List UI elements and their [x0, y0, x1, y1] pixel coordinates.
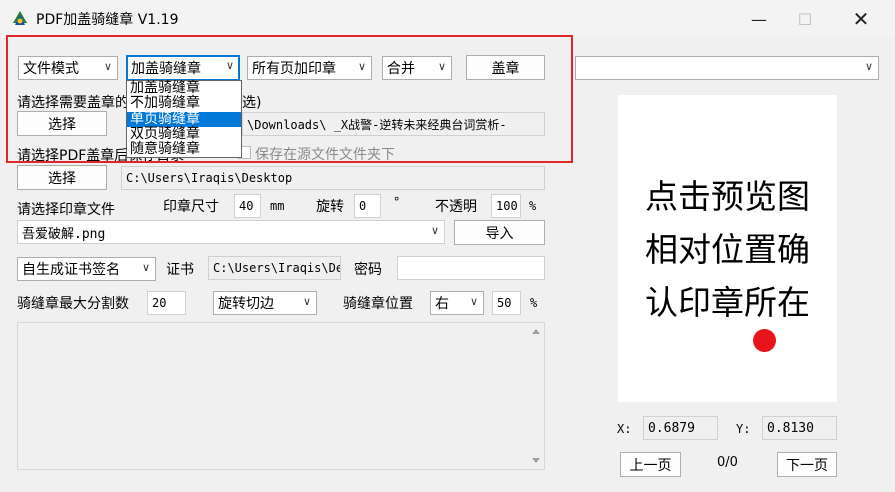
position-value: 右 — [435, 296, 449, 312]
window-title: PDF加盖骑缝章 V1.19 — [36, 12, 179, 28]
next-page-button[interactable]: 下一页 — [777, 452, 837, 477]
cert-label: 证书 — [166, 262, 194, 278]
position-offset-input[interactable]: 50 — [492, 291, 521, 315]
seal-size-unit: mm — [270, 199, 285, 213]
position-unit: % — [530, 296, 538, 310]
y-label: Y: — [736, 422, 751, 436]
cert-path-field[interactable]: C:\Users\Iraqis\De — [208, 256, 341, 280]
y-value-field: 0.8130 — [762, 416, 837, 440]
chevron-down-icon: ∨ — [302, 295, 311, 308]
log-textarea[interactable] — [17, 322, 545, 470]
annotation-highlight-box — [6, 35, 573, 163]
seal-file-value: 吾爱破解.png — [22, 226, 106, 242]
opacity-label: 不透明 — [435, 199, 477, 215]
select-output-button[interactable]: 选择 — [17, 165, 107, 190]
seal-position-marker — [753, 329, 776, 352]
close-icon[interactable]: ✕ — [838, 0, 884, 38]
import-button[interactable]: 导入 — [454, 220, 545, 245]
sign-mode-value: 自生成证书签名 — [22, 262, 120, 278]
app-logo-icon — [13, 11, 27, 25]
max-split-label: 骑缝章最大分割数 — [17, 296, 129, 312]
password-input[interactable] — [397, 256, 545, 280]
opacity-input[interactable]: 100 — [491, 194, 521, 218]
preview-canvas[interactable]: 点击预览图 相对位置确 认印章所在 — [618, 95, 837, 402]
preview-line-2: 相对位置确 — [645, 230, 810, 269]
sign-mode-select[interactable]: 自生成证书签名 ∨ — [17, 257, 156, 281]
maximize-icon[interactable]: ☐ — [782, 0, 828, 38]
rotate-input[interactable]: 0 — [354, 194, 381, 218]
cut-mode-value: 旋转切边 — [218, 296, 274, 312]
rotate-label: 旋转 — [316, 199, 344, 215]
chevron-down-icon: ∨ — [430, 224, 439, 237]
prev-page-button[interactable]: 上一页 — [620, 452, 681, 477]
seal-size-input[interactable]: 40 — [234, 194, 261, 218]
position-label: 骑缝章位置 — [343, 296, 413, 312]
right-select[interactable]: ∨ — [575, 56, 879, 80]
password-label: 密码 — [354, 262, 382, 278]
max-split-input[interactable]: 20 — [147, 291, 186, 315]
minimize-icon[interactable]: — — [736, 0, 782, 38]
page-counter: 0/0 — [717, 455, 738, 470]
opacity-unit: % — [529, 199, 537, 213]
scroll-up-icon[interactable] — [532, 329, 540, 334]
log-scrollbar[interactable] — [527, 323, 544, 469]
chevron-down-icon: ∨ — [469, 295, 478, 308]
seal-size-label: 印章尺寸 — [163, 199, 219, 215]
chevron-down-icon: ∨ — [864, 60, 873, 73]
x-value-field: 0.6879 — [643, 416, 718, 440]
scroll-down-icon[interactable] — [532, 458, 540, 463]
x-label: X: — [617, 422, 632, 436]
preview-line-1: 点击预览图 — [645, 177, 810, 216]
output-path-field[interactable]: C:\Users\Iraqis\Desktop — [121, 166, 545, 190]
chevron-down-icon: ∨ — [141, 261, 150, 274]
preview-line-3: 认印章所在 — [645, 283, 810, 322]
position-select[interactable]: 右 ∨ — [430, 291, 484, 315]
preview-hint-text: 点击预览图 相对位置确 认印章所在 — [618, 170, 837, 329]
seal-file-label: 请选择印章文件 — [17, 202, 115, 218]
seal-file-select[interactable]: 吾爱破解.png ∨ — [17, 220, 445, 244]
rotate-unit: ° — [393, 195, 401, 209]
cut-mode-select[interactable]: 旋转切边 ∨ — [213, 291, 317, 315]
